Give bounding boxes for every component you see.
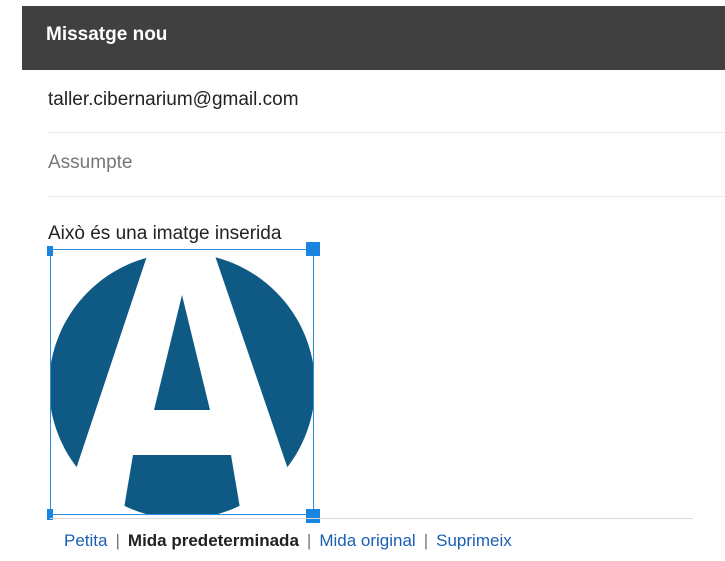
remove-image-link[interactable]: Suprimeix	[436, 531, 512, 550]
recipient-address[interactable]: taller.cibernarium@gmail.com	[48, 89, 299, 111]
inserted-image[interactable]	[50, 249, 314, 515]
separator: |	[306, 531, 312, 550]
compose-window: Missatge nou taller.cibernarium@gmail.co…	[22, 6, 725, 561]
letter-a-logo-icon	[51, 253, 313, 514]
size-original-link[interactable]: Mida original	[319, 531, 415, 550]
subject-input[interactable]	[48, 149, 688, 177]
size-default-option[interactable]: Mida predeterminada	[128, 531, 299, 550]
resize-handle-top-left[interactable]	[47, 246, 53, 256]
compose-title: Missatge nou	[46, 24, 168, 45]
image-size-toolbar: Petita | Mida predeterminada | Mida original…	[50, 518, 693, 560]
compose-header[interactable]: Missatge nou	[22, 6, 725, 70]
separator: |	[115, 531, 120, 550]
message-body-text[interactable]: Això és una imatge inserida	[48, 223, 281, 245]
subject-field[interactable]	[48, 133, 725, 197]
resize-handle-top-right[interactable]	[306, 242, 320, 256]
separator: |	[423, 531, 429, 550]
recipients-field[interactable]: taller.cibernarium@gmail.com	[48, 70, 725, 133]
size-small-link[interactable]: Petita	[64, 531, 107, 550]
